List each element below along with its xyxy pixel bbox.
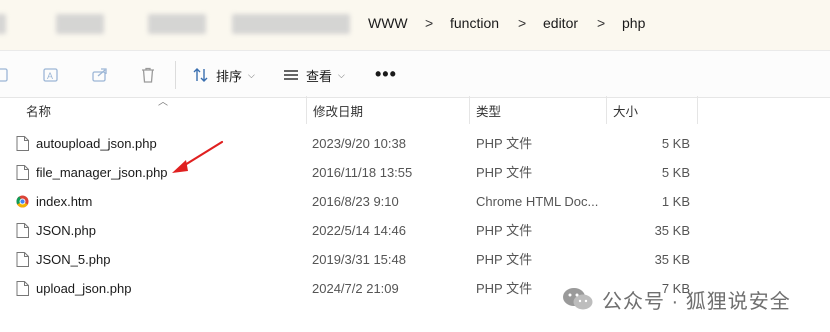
php-file-icon [16,223,29,238]
share-icon[interactable] [91,66,109,84]
file-row[interactable]: file_manager_json.php 2016/11/18 13:55 P… [0,158,830,187]
view-button[interactable]: 查看 ⌵ [282,64,345,86]
chevron-down-icon: ⌵ [338,69,345,80]
php-file-icon [16,165,29,180]
column-header-type[interactable]: 类型 [469,96,606,124]
blurred-crumb [0,14,6,34]
view-list-icon [284,70,298,80]
annotation-arrow-icon [172,140,224,173]
file-size: 35 KB [654,223,690,238]
blurred-crumb [232,14,350,34]
svg-text:A: A [47,71,53,81]
file-type: PHP 文件 [476,165,533,180]
file-row[interactable]: index.htm 2016/8/23 9:10 Chrome HTML Doc… [0,187,830,216]
breadcrumb-function[interactable]: function [450,15,499,31]
command-bar: A 排序 ⌵ 查看 ⌵ ••• [0,50,830,98]
file-explorer-window: WWW > function > editor > php A 排序 ⌵ 查看 … [0,0,830,332]
file-size: 5 KB [661,165,690,180]
sort-label: 排序 [216,68,243,84]
file-name: index.htm [36,194,93,209]
file-name: JSON.php [36,223,96,238]
breadcrumb-php[interactable]: php [622,15,645,31]
toolbar-divider [175,61,176,89]
php-file-icon [16,252,29,267]
column-header-date[interactable]: 修改日期 [306,96,469,124]
file-name: autoupload_json.php [36,136,157,151]
file-type: Chrome HTML Doc... [476,194,599,209]
chevron-down-icon: ⌵ [248,69,255,80]
php-file-icon [16,136,29,151]
breadcrumb-editor[interactable]: editor [543,15,578,31]
breadcrumb-separator[interactable]: > [597,15,605,31]
delete-icon[interactable] [139,66,157,84]
file-date: 2016/8/23 9:10 [312,194,399,209]
sort-icon [193,68,208,82]
chrome-html-icon [16,195,29,208]
file-row[interactable]: JSON.php 2022/5/14 14:46 PHP 文件 35 KB [0,216,830,245]
column-header-name[interactable]: 名称 [20,96,305,124]
file-date: 2023/9/20 10:38 [312,136,406,151]
file-date: 2016/11/18 13:55 [312,165,413,180]
file-type: PHP 文件 [476,223,533,238]
breadcrumb-www[interactable]: WWW [368,15,408,31]
rename-icon[interactable]: A [42,66,60,84]
file-date: 2022/5/14 14:46 [312,223,406,238]
more-options-button[interactable]: ••• [375,64,397,85]
copy-icon[interactable] [0,66,12,84]
watermark: 公众号 · 狐狸说安全 [562,284,791,314]
file-name: upload_json.php [36,281,132,296]
file-name: file_manager_json.php [36,165,168,180]
file-type: PHP 文件 [476,136,533,151]
file-type: PHP 文件 [476,252,533,267]
file-size: 5 KB [661,136,690,151]
file-date: 2019/3/31 15:48 [312,252,406,267]
watermark-text: 公众号 · 狐狸说安全 [602,290,791,313]
breadcrumb-separator[interactable]: > [518,15,526,31]
file-size: 1 KB [661,194,690,209]
blurred-crumb [56,14,104,34]
file-name: JSON_5.php [36,252,111,267]
sort-button[interactable]: 排序 ⌵ [192,64,255,86]
address-bar[interactable]: WWW > function > editor > php [0,0,830,50]
file-row[interactable]: JSON_5.php 2019/3/31 15:48 PHP 文件 35 KB [0,245,830,274]
column-header-size[interactable]: 大小 [606,96,698,124]
blurred-crumb [148,14,206,34]
php-file-icon [16,281,29,296]
breadcrumb-separator[interactable]: > [425,15,433,31]
wechat-icon [563,288,593,310]
file-date: 2024/7/2 21:09 [312,281,399,296]
view-label: 查看 [306,68,333,84]
file-row[interactable]: autoupload_json.php 2023/9/20 10:38 PHP … [0,129,830,158]
file-size: 35 KB [654,252,690,267]
